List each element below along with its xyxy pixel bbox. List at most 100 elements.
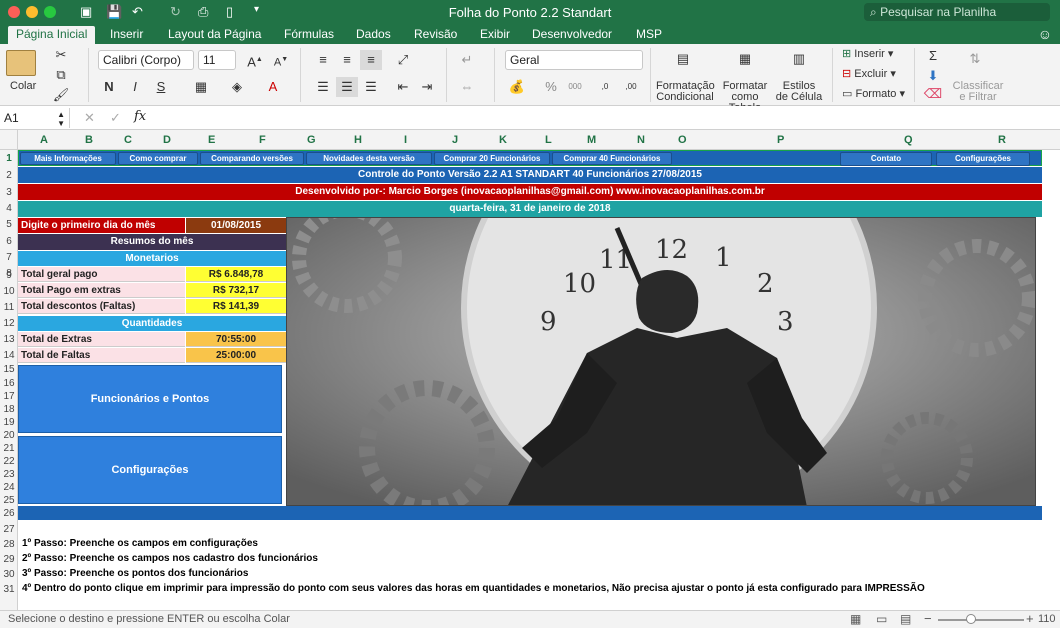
tab-view[interactable]: Exibir [472, 26, 518, 44]
row-header[interactable]: 30 [0, 569, 18, 580]
column-header[interactable]: N [637, 134, 645, 146]
row-header[interactable]: 12 [0, 318, 18, 329]
name-box[interactable]: A1 ▲ ▼ [0, 108, 70, 128]
page-break-view-icon[interactable]: ▤ [900, 612, 911, 626]
column-header[interactable]: H [354, 134, 362, 146]
tab-insert[interactable]: Inserir [102, 26, 151, 44]
percent-icon[interactable]: % [540, 77, 562, 97]
conditional-format-icon[interactable]: ▤ [672, 49, 694, 69]
tab-data[interactable]: Dados [348, 26, 399, 44]
how-to-buy-button[interactable]: Como comprar [118, 152, 198, 165]
row-header[interactable]: 17 [0, 391, 18, 402]
normal-view-icon[interactable]: ▦ [850, 612, 861, 626]
increase-font-icon[interactable]: A▲ [244, 50, 266, 70]
align-middle-icon[interactable]: ≡ [336, 50, 358, 70]
select-all-corner[interactable] [0, 130, 18, 150]
column-header[interactable]: E [208, 134, 215, 146]
row-header[interactable]: 3 [0, 187, 18, 198]
orientation-icon[interactable]: ⤢ [392, 50, 414, 70]
decrease-font-icon[interactable]: A▼ [270, 50, 292, 70]
column-header[interactable]: I [404, 134, 407, 146]
decrease-decimal-icon[interactable]: ,00 [620, 77, 642, 97]
column-header[interactable]: C [124, 134, 132, 146]
row-header[interactable]: 20 [0, 430, 18, 441]
column-header[interactable]: R [998, 134, 1006, 146]
borders-icon[interactable]: ▦ [190, 77, 212, 97]
row-header[interactable]: 6 [0, 236, 18, 247]
merge-center-icon[interactable]: ⇔ [456, 77, 478, 97]
format-cells-button[interactable]: ▭ Formato ▾ [842, 89, 905, 100]
row-header[interactable]: 22 [0, 456, 18, 467]
row-header[interactable]: 23 [0, 469, 18, 480]
zoom-slider-thumb[interactable] [966, 614, 976, 624]
column-header[interactable]: O [678, 134, 687, 146]
wrap-text-icon[interactable]: ↵ [456, 50, 478, 70]
buy-40-button[interactable]: Comprar 40 Funcionários [552, 152, 672, 165]
first-day-input[interactable]: 01/08/2015 [186, 218, 286, 233]
page-layout-view-icon[interactable]: ▭ [876, 612, 887, 626]
format-as-table-icon[interactable]: ▦ [734, 49, 756, 69]
row-header[interactable]: 2 [0, 170, 18, 181]
align-left-icon[interactable]: ☰ [312, 77, 334, 97]
row-header[interactable]: 10 [0, 286, 18, 297]
search-input[interactable]: ⌕ Pesquisar na Planilha [864, 3, 1050, 21]
row-header[interactable]: 25 [0, 495, 18, 506]
increase-indent-icon[interactable]: ⇥ [416, 77, 438, 97]
tab-developer[interactable]: Desenvolvedor [524, 26, 620, 44]
row-header[interactable]: 27 [0, 524, 18, 535]
decrease-indent-icon[interactable]: ⇤ [392, 77, 414, 97]
row-header[interactable]: 18 [0, 404, 18, 415]
zoom-slider[interactable] [938, 619, 1024, 621]
align-bottom-icon[interactable]: ≡ [360, 50, 382, 70]
column-header[interactable]: M [587, 134, 596, 146]
align-center-icon[interactable]: ☰ [336, 77, 358, 97]
row-header[interactable]: 19 [0, 417, 18, 428]
font-color-icon[interactable]: A [262, 77, 284, 97]
row-header[interactable]: 31 [0, 584, 18, 595]
more-info-button[interactable]: Mais Informações [20, 152, 116, 165]
smiley-feedback-icon[interactable]: ☺ [1038, 26, 1052, 42]
cancel-icon[interactable]: ✕ [84, 110, 95, 126]
increase-decimal-icon[interactable]: ,0 [594, 77, 616, 97]
column-header[interactable]: J [452, 134, 458, 146]
enter-icon[interactable]: ✓ [110, 110, 121, 126]
settings-button[interactable]: Configurações [18, 436, 282, 504]
bold-button[interactable]: N [98, 77, 120, 97]
row-header[interactable]: 21 [0, 443, 18, 454]
align-top-icon[interactable]: ≡ [312, 50, 334, 70]
paste-icon[interactable] [6, 50, 36, 76]
zoom-in-icon[interactable]: + [1026, 611, 1034, 626]
column-header[interactable]: A [40, 134, 48, 146]
cell-styles-icon[interactable]: ▥ [788, 49, 810, 69]
row-header[interactable]: 28 [0, 539, 18, 550]
compare-versions-button[interactable]: Comparando versões [200, 152, 304, 165]
column-header[interactable]: K [499, 134, 507, 146]
column-header[interactable]: D [163, 134, 171, 146]
column-header[interactable]: P [777, 134, 784, 146]
italic-button[interactable]: I [124, 77, 146, 97]
contact-button[interactable]: Contato [840, 152, 932, 166]
tab-review[interactable]: Revisão [406, 26, 465, 44]
insert-cells-button[interactable]: ⊞ Inserir ▾ [842, 49, 893, 60]
row-header[interactable]: 11 [0, 302, 18, 313]
comma-style-icon[interactable]: 000 [564, 77, 586, 97]
tab-page-layout[interactable]: Layout da Página [160, 26, 269, 44]
font-size-select[interactable]: 11 [198, 50, 236, 70]
row-header[interactable]: 4 [0, 203, 18, 214]
row-header[interactable]: 15 [0, 364, 18, 375]
conditional-format-button[interactable]: Formatação Condicional [656, 81, 715, 103]
tab-msp[interactable]: MSP [628, 26, 670, 44]
insert-function-icon[interactable]: fx [134, 109, 146, 124]
column-header[interactable]: F [259, 134, 266, 146]
employees-button[interactable]: Funcionários e Pontos [18, 365, 282, 433]
row-header[interactable]: 7 [0, 252, 18, 263]
cut-icon[interactable]: ✂ [50, 45, 72, 65]
cell-styles-button[interactable]: Estilos de Célula [774, 81, 824, 103]
row-header[interactable]: 5 [0, 219, 18, 230]
settings-link-button[interactable]: Configurações [936, 152, 1030, 166]
row-header[interactable]: 14 [0, 350, 18, 361]
row-header[interactable]: 29 [0, 554, 18, 565]
delete-cells-button[interactable]: ⊟ Excluir ▾ [842, 69, 896, 80]
clear-icon[interactable]: ⌫ [922, 84, 944, 104]
row-header[interactable]: 16 [0, 378, 18, 389]
